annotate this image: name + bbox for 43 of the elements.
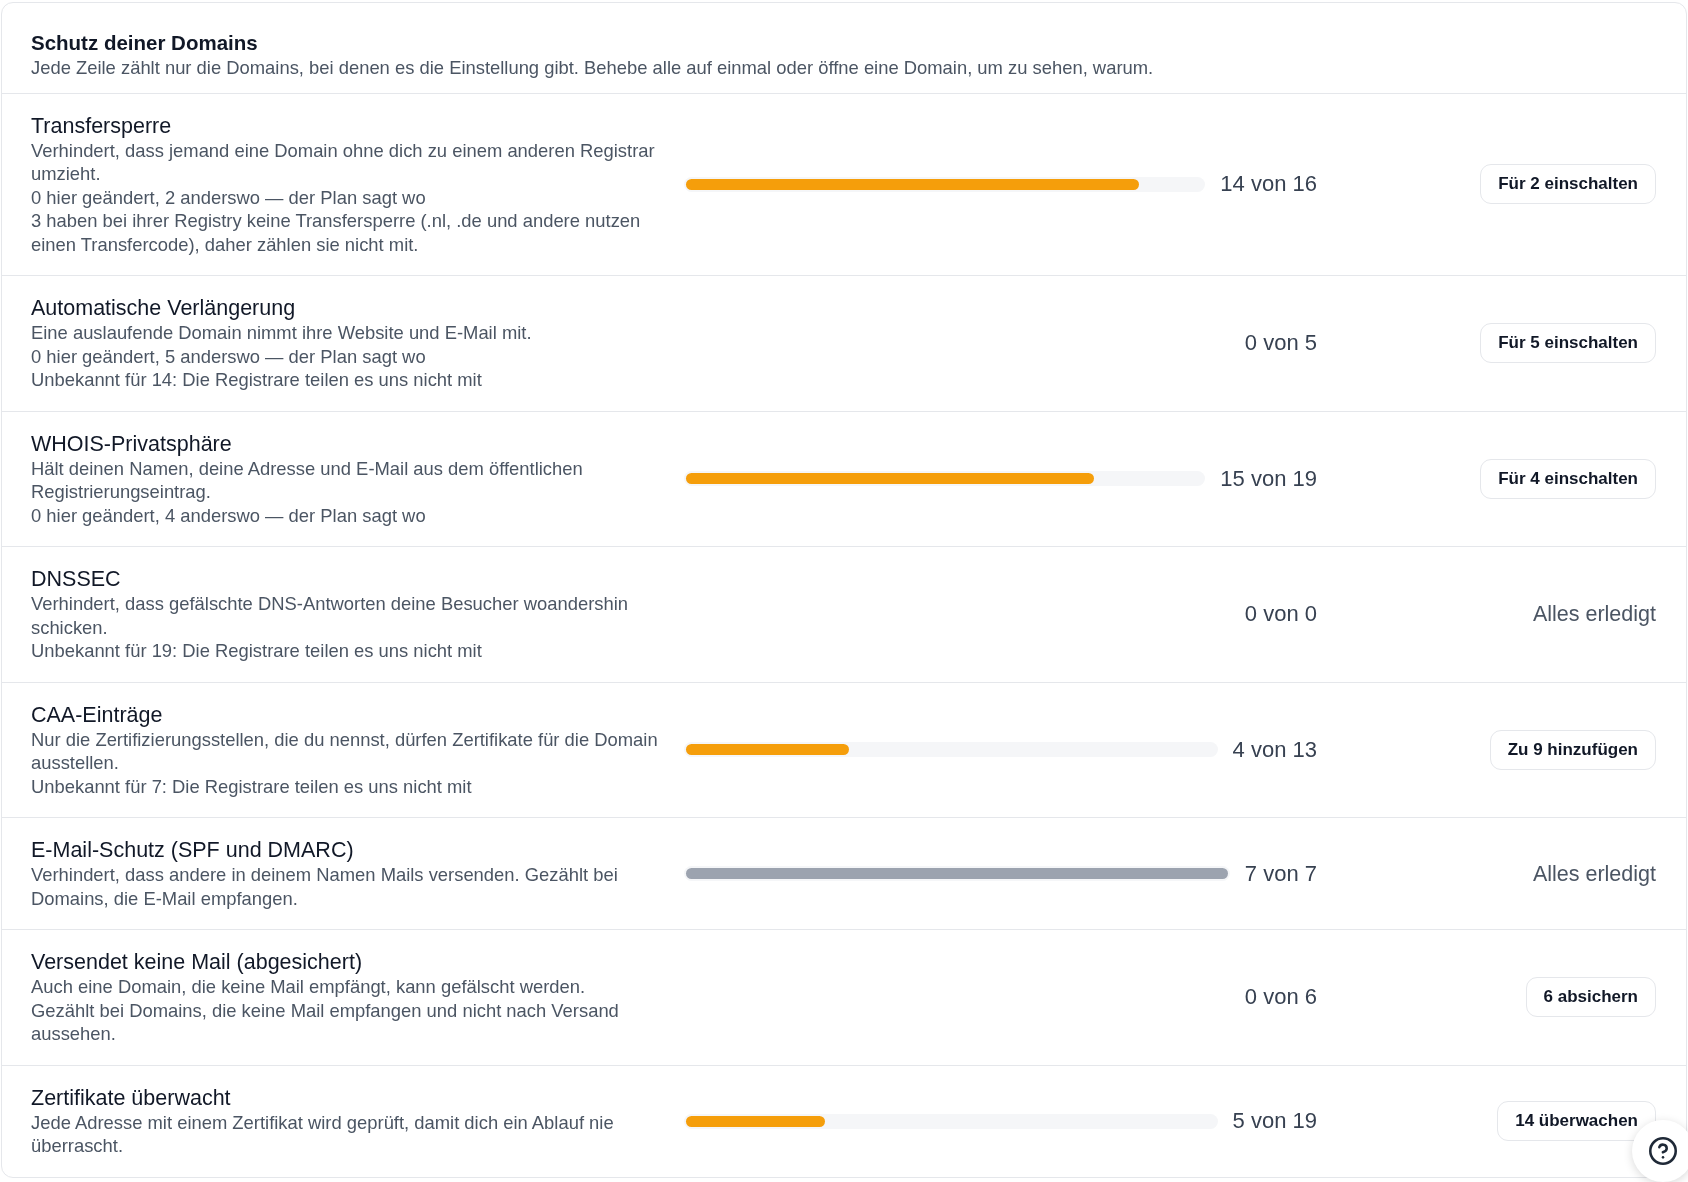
row-description: 0 hier geändert, 4 anderswo — der Plan sagt wo — [31, 503, 427, 527]
count-text: 5 von 19 — [1232, 1108, 1317, 1134]
card-title: Schutz deiner Domains — [31, 30, 259, 56]
row-description: 0 hier geändert, 5 anderswo — der Plan sagt wo — [31, 344, 427, 368]
row-description: 0 hier geändert, 2 anderswo — der Plan sagt wo — [31, 185, 427, 209]
action-button[interactable]: Für 2 einschalten — [1480, 164, 1656, 205]
count-text: 7 von 7 — [1244, 860, 1317, 887]
count-text: 0 von 0 — [1244, 601, 1317, 628]
row-description: Hält deinen Namen, deine Adresse und E-Mail aus dem öffentlichen Registrierungseintrag. — [31, 456, 584, 504]
count-text: 0 von 5 — [1244, 330, 1317, 357]
count-text: 0 von 6 — [1244, 984, 1317, 1011]
count-text: 14 von 16 — [1220, 171, 1317, 198]
row-description: 3 haben bei ihrer Registry keine Transfersperre (.nl, .de und andere nutzen einen Transfercode), daher zählen sie nicht mit. — [31, 209, 642, 256]
status-text: Alles erledigt — [1532, 601, 1656, 628]
status-text: Alles erledigt — [1532, 860, 1656, 887]
row-description: Verhindert, dass jemand eine Domain ohne dich zu einem anderen Registrar umzieht. — [31, 138, 656, 186]
count-text: 4 von 13 — [1232, 736, 1317, 763]
row-title: Versendet keine Mail (abgesichert) — [31, 949, 364, 975]
row-description: Verhindert, dass gefälschte DNS-Antworten deine Besucher woandershin schicken. — [31, 592, 629, 639]
row-title: Automatische Verlängerung — [31, 295, 297, 321]
row-title: Zertifikate überwacht — [31, 1084, 232, 1111]
row-description: Jede Adresse mit einem Zertifikat wird geprüft, damit dich ein Ablauf nie überrascht. — [31, 1110, 615, 1158]
row-description: Gezählt bei Domains, die keine Mail empfangen und nicht nach Versand aussehen. — [31, 998, 620, 1046]
row-description: Unbekannt für 7: Die Registrare teilen es uns nicht mit — [31, 774, 473, 798]
action-button[interactable]: Zu 9 hinzufügen — [1489, 729, 1656, 770]
row-description: Verhindert, dass andere in deinem Namen Mails versenden. Gezählt bei Domains, die E-Mail empfangen. — [31, 863, 619, 910]
row-title: CAA-Einträge — [31, 701, 164, 728]
action-button[interactable]: 6 absichern — [1525, 977, 1656, 1018]
card-subtitle: Jede Zeile zählt nur die Domains, bei denen es die Einstellung gibt. Behebe alle auf einmal oder öffne eine Domain, um zu sehen, warum. — [31, 56, 1155, 80]
action-button[interactable]: 14 überwachen — [1497, 1101, 1656, 1141]
row-title: Transfersperre — [31, 112, 173, 139]
action-button[interactable]: Für 4 einschalten — [1480, 458, 1656, 499]
row-title: WHOIS-Privatsphäre — [31, 430, 233, 457]
action-button[interactable]: Für 5 einschalten — [1480, 323, 1656, 364]
row-description: Eine auslaufende Domain nimmt ihre Website und E-Mail mit. — [31, 321, 533, 345]
count-text: 15 von 19 — [1220, 465, 1317, 492]
row-title: E-Mail-Schutz (SPF und DMARC) — [31, 837, 355, 863]
row-title: DNSSEC — [31, 566, 122, 592]
row-description: Unbekannt für 19: Die Registrare teilen es uns nicht mit — [31, 639, 483, 663]
row-description: Nur die Zertifizierungsstellen, die du nennst, dürfen Zertifikate für die Domain ausstellen. — [31, 727, 659, 775]
row-description: Auch eine Domain, die keine Mail empfängt, kann gefälscht werden. — [31, 975, 587, 999]
help-icon — [1649, 1137, 1677, 1165]
row-description: Unbekannt für 14: Die Registrare teilen es uns nicht mit — [31, 368, 483, 392]
